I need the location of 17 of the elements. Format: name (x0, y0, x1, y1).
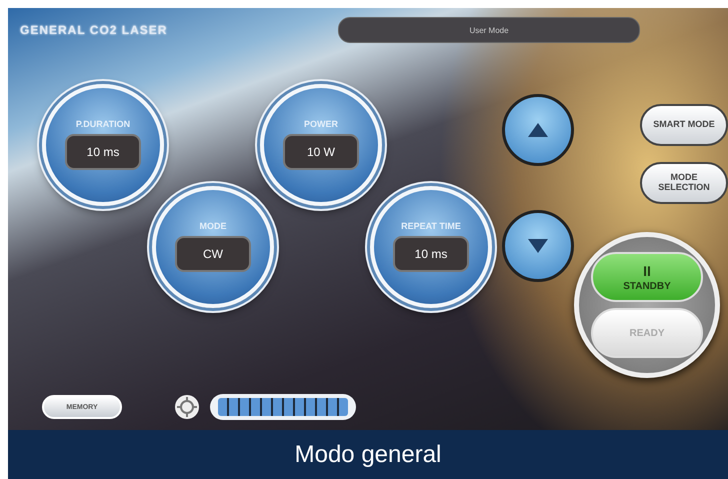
dial-label: REPEAT TIME (401, 222, 461, 232)
down-triangle-icon (528, 239, 548, 253)
active-state-button[interactable]: II STANDBY (591, 252, 703, 302)
dial-value: CW (175, 236, 251, 272)
up-triangle-icon (528, 123, 548, 137)
caption: Modo general (8, 430, 728, 479)
mode-button[interactable]: SMART MODE (640, 104, 728, 146)
dial-label: P.DURATION (76, 120, 130, 130)
mode-bar: User Mode (338, 17, 640, 43)
dial-value: 10 ms (393, 236, 469, 272)
dial-value: 10 W (283, 134, 359, 170)
dial-value: 10 ms (65, 134, 141, 170)
dial-label: MODE (200, 222, 226, 232)
screen-title: GENERAL CO2 LASER (20, 23, 168, 37)
mode-button[interactable]: MODE SELECTION (640, 162, 728, 204)
crosshair-icon (174, 394, 200, 420)
dial-label: POWER (304, 120, 338, 130)
